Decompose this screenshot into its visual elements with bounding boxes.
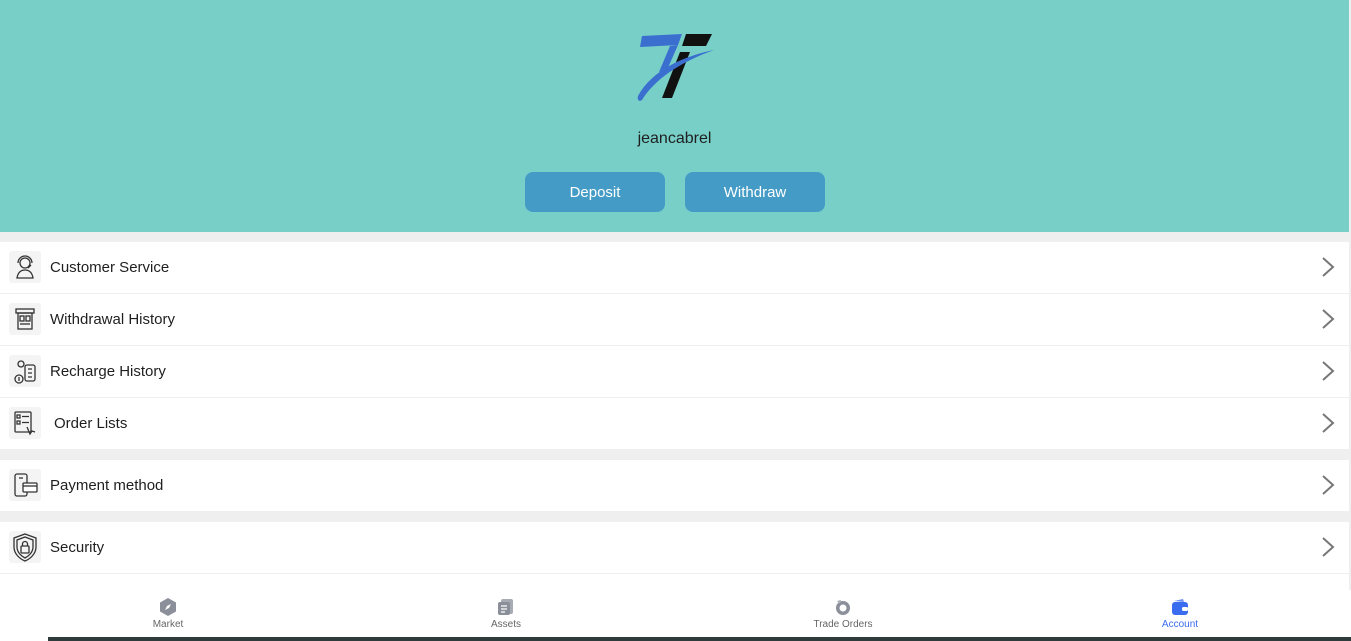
menu-item-security[interactable]: Security [0, 522, 1349, 573]
menu-item-recharge-history[interactable]: Recharge History [0, 346, 1349, 397]
tab-label: Market [152, 619, 184, 630]
customer-service-icon [9, 251, 41, 283]
withdraw-button[interactable]: Withdraw [685, 172, 825, 212]
tab-assets[interactable]: Assets [426, 590, 586, 637]
menu-item-label: Recharge History [50, 363, 166, 380]
tab-label: Account [1161, 619, 1199, 630]
bottom-tab-bar: Market Assets Trade Orders Account [0, 590, 1351, 641]
chevron-right-icon [1321, 474, 1335, 496]
assets-icon [498, 599, 513, 615]
recharge-history-icon [9, 355, 41, 387]
trade-orders-icon [836, 600, 850, 615]
menu-item-customer-service[interactable]: Customer Service [0, 242, 1349, 293]
menu-item-payment-method[interactable]: Payment method [0, 460, 1349, 511]
chevron-right-icon [1321, 308, 1335, 330]
tab-label: Assets [490, 619, 521, 630]
profile-header: jeancabrel Deposit Withdraw [0, 0, 1349, 232]
chevron-right-icon [1321, 256, 1335, 278]
order-list-icon [9, 407, 41, 439]
menu-item-label: Payment method [50, 477, 164, 494]
withdrawal-history-icon [9, 303, 41, 335]
security-shield-icon [9, 531, 41, 563]
chevron-right-icon [1321, 536, 1335, 558]
menu-item-withdrawal-history[interactable]: Withdrawal History [0, 294, 1349, 345]
brand-logo [637, 34, 714, 101]
deposit-button[interactable]: Deposit [525, 172, 665, 212]
tab-market[interactable]: Market [88, 590, 248, 637]
username: jeancabrel [637, 130, 712, 147]
compass-icon [160, 598, 176, 616]
tab-bar-bottom-edge [48, 637, 1351, 641]
menu-item-order-lists[interactable]: Order Lists [0, 398, 1349, 449]
menu-item-label: Customer Service [50, 259, 170, 276]
wallet-icon [1172, 599, 1188, 615]
menu-item-label: Order Lists [54, 415, 128, 432]
payment-method-icon [9, 469, 41, 501]
menu-item-label: Security [50, 539, 105, 556]
tab-label: Trade Orders [813, 619, 873, 630]
tab-account[interactable]: Account [1100, 590, 1260, 637]
chevron-right-icon [1321, 360, 1335, 382]
menu-item-label: Withdrawal History [50, 311, 176, 328]
tab-trade-orders[interactable]: Trade Orders [763, 590, 923, 637]
chevron-right-icon [1321, 412, 1335, 434]
